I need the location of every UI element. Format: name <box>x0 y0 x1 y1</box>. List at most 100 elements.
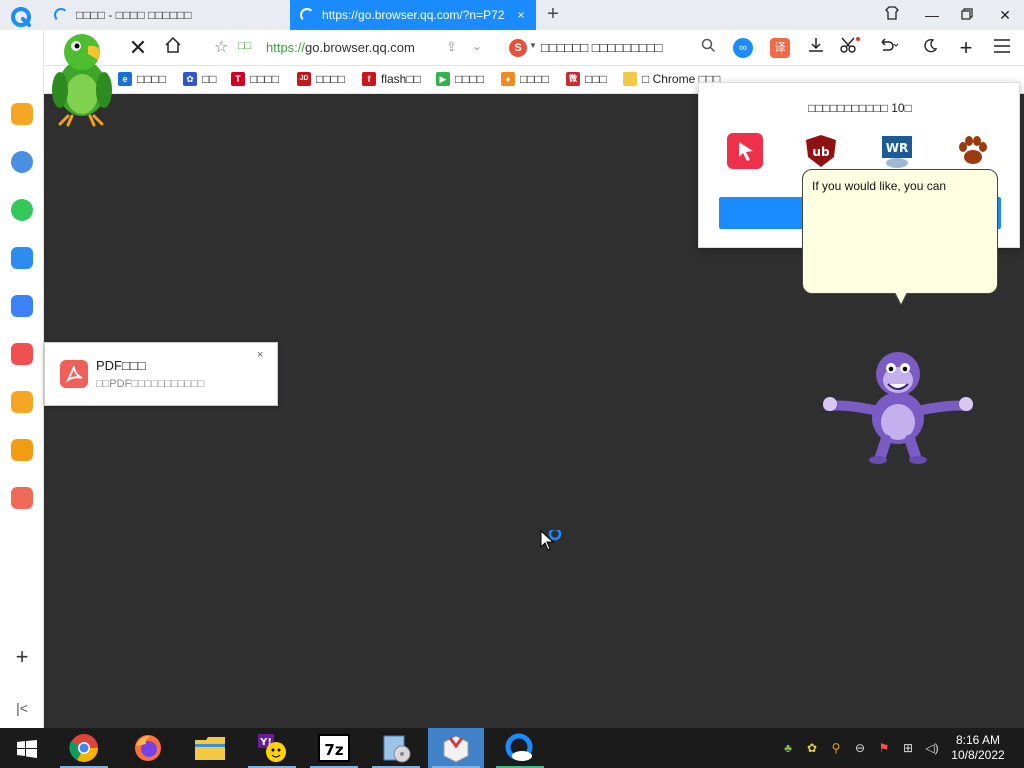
balloon-text: If you would like, you can <box>812 179 947 193</box>
minimize-button[interactable]: — <box>918 4 946 26</box>
translate-icon[interactable]: 译 <box>770 38 790 58</box>
search-icon[interactable] <box>701 38 716 57</box>
url-host: go.browser.qq.com <box>305 40 415 55</box>
shirt-icon <box>885 6 899 20</box>
video-icon: ▶ <box>436 72 450 86</box>
pdf-sidebar-icon[interactable] <box>11 343 33 365</box>
svg-text:7z: 7z <box>324 741 343 759</box>
bookmark-item[interactable]: JD □□□□ <box>297 72 345 86</box>
bookmark-label: □□□□ <box>455 72 484 86</box>
file-explorer-taskbar-app[interactable] <box>182 728 238 768</box>
bookmark-label: □□□□ <box>316 72 345 86</box>
pin-window-button[interactable] <box>878 4 906 26</box>
chrome-taskbar-app[interactable] <box>56 728 112 768</box>
chrome-icon <box>69 734 98 762</box>
close-icon[interactable]: × <box>257 349 263 361</box>
parrot-agent-icon[interactable] <box>46 24 118 128</box>
clock[interactable]: 8:16 AM 10/8/2022 <box>944 733 1012 763</box>
add-sidebar-button[interactable]: + <box>10 646 34 670</box>
bookmark-item[interactable]: ▶ □□□□ <box>436 72 484 86</box>
search-sidebar-icon[interactable] <box>11 391 33 413</box>
search-tray-icon[interactable]: ⚲ <box>828 740 844 756</box>
photos-sidebar-icon[interactable] <box>11 295 33 317</box>
bookmark-star-icon[interactable]: ☆ <box>214 36 234 60</box>
installer-taskbar-app[interactable] <box>368 728 424 768</box>
stop-button[interactable]: ✕ <box>126 36 150 60</box>
wechat-sidebar-icon[interactable] <box>11 199 33 221</box>
add-button[interactable]: + <box>954 36 978 60</box>
start-button[interactable] <box>17 740 37 763</box>
weibo-icon: 微 <box>566 72 580 86</box>
download-button[interactable] <box>804 36 828 60</box>
address-bar[interactable]: https://go.browser.qq.com <box>266 40 415 55</box>
firefox-icon <box>135 735 161 761</box>
7zip-taskbar-app[interactable]: 7z <box>306 728 362 768</box>
network-tray-icon[interactable]: ⊞ <box>900 740 916 756</box>
svg-text:ub: ub <box>812 145 830 159</box>
flash-icon: f <box>362 72 376 86</box>
purple-gorilla-agent-icon[interactable] <box>822 348 974 464</box>
search-engine-icon[interactable]: S <box>509 39 527 57</box>
pdf-icon <box>60 360 88 388</box>
bookmark-item[interactable]: T □□□□ <box>231 72 279 86</box>
loading-spinner-icon <box>54 8 68 22</box>
moon-icon <box>924 38 938 53</box>
busy-cursor-icon <box>540 530 562 551</box>
folder-icon <box>623 72 637 86</box>
tab-bar: □□□□ - □□□□ □□□□□□ https://go.browser.qq… <box>0 0 1024 30</box>
taskbar: Y! 7z ♣ ✿ ⚲ ⊖ ⚑ ⊞ ◁) 8:16 AM 10/8/2022 <box>0 728 1024 768</box>
bookmark-item[interactable]: e □□□□ <box>118 72 166 86</box>
svg-text:WR: WR <box>886 141 908 155</box>
qq-browser-logo-icon[interactable] <box>10 6 32 28</box>
yahoo-messenger-icon: Y! <box>258 734 286 762</box>
clock-date: 10/8/2022 <box>951 748 1005 762</box>
home-button[interactable] <box>161 36 185 60</box>
flag-tray-icon[interactable]: ⚑ <box>876 740 892 756</box>
speech-balloon: If you would like, you can <box>802 169 998 294</box>
close-window-button[interactable]: ✕ <box>991 4 1019 26</box>
menu-button[interactable] <box>990 36 1014 60</box>
notes-sidebar-icon[interactable] <box>11 439 33 461</box>
installer-icon <box>383 735 411 763</box>
qq-browser-taskbar-app[interactable] <box>492 728 548 768</box>
new-tab-button[interactable]: + <box>542 4 564 26</box>
volume-tray-icon[interactable]: ◁) <box>924 740 940 756</box>
share-icon[interactable]: ⇪ <box>446 39 457 55</box>
bookmark-item[interactable]: 微 □□□ <box>566 72 607 86</box>
search-input[interactable]: □□□□□□ □□□□□□□□□ <box>541 40 662 55</box>
banana-tray-icon[interactable]: ✿ <box>804 740 820 756</box>
wr-extension-icon[interactable]: WR <box>879 133 915 169</box>
collapse-sidebar-button[interactable]: |< <box>10 696 34 720</box>
caret-down-icon[interactable]: ▼ <box>529 41 537 50</box>
popup-title: □□□□□□□□□□□ 10□ <box>808 101 912 115</box>
bookmark-item[interactable]: f flash□□ <box>362 72 421 86</box>
chevron-down-icon[interactable]: ⌄ <box>472 39 482 53</box>
undo-button[interactable] <box>876 36 900 60</box>
history-sidebar-icon[interactable] <box>11 151 33 173</box>
clock-time: 8:16 AM <box>955 733 1001 747</box>
minus-tray-icon[interactable]: ⊖ <box>852 740 868 756</box>
tools-sidebar-icon[interactable] <box>11 487 33 509</box>
package-taskbar-app[interactable] <box>428 728 484 768</box>
paw-extension-icon[interactable] <box>955 133 991 169</box>
ublock-extension-icon[interactable]: ub <box>803 133 839 169</box>
pdf-notification[interactable]: PDF□□□ □□PDF□□□□□□□□□□□ × <box>44 342 278 406</box>
maximize-button[interactable] <box>953 4 981 26</box>
infinity-extension-icon[interactable]: ∞ <box>733 38 753 58</box>
screenshot-button[interactable] <box>838 36 862 60</box>
cursor-extension-icon[interactable] <box>727 133 763 169</box>
undo-icon <box>881 38 899 51</box>
ie-icon: e <box>118 72 132 86</box>
notification-title: PDF□□□ <box>96 358 146 373</box>
firefox-taskbar-app[interactable] <box>120 728 176 768</box>
tab-active[interactable]: https://go.browser.qq.com/?n=P72 × <box>290 0 536 30</box>
loading-spinner-icon <box>300 8 314 22</box>
yahoo-messenger-taskbar-app[interactable]: Y! <box>244 728 300 768</box>
favorites-sidebar-icon[interactable] <box>11 103 33 125</box>
bookmark-item[interactable]: ✿ □□ <box>183 72 217 86</box>
bookmark-item[interactable]: ♦ □□□□ <box>501 72 549 86</box>
night-mode-button[interactable] <box>918 36 942 60</box>
parrot-tray-icon[interactable]: ♣ <box>780 740 796 756</box>
transfer-sidebar-icon[interactable] <box>11 247 33 269</box>
tab-close-button[interactable]: × <box>512 8 530 22</box>
